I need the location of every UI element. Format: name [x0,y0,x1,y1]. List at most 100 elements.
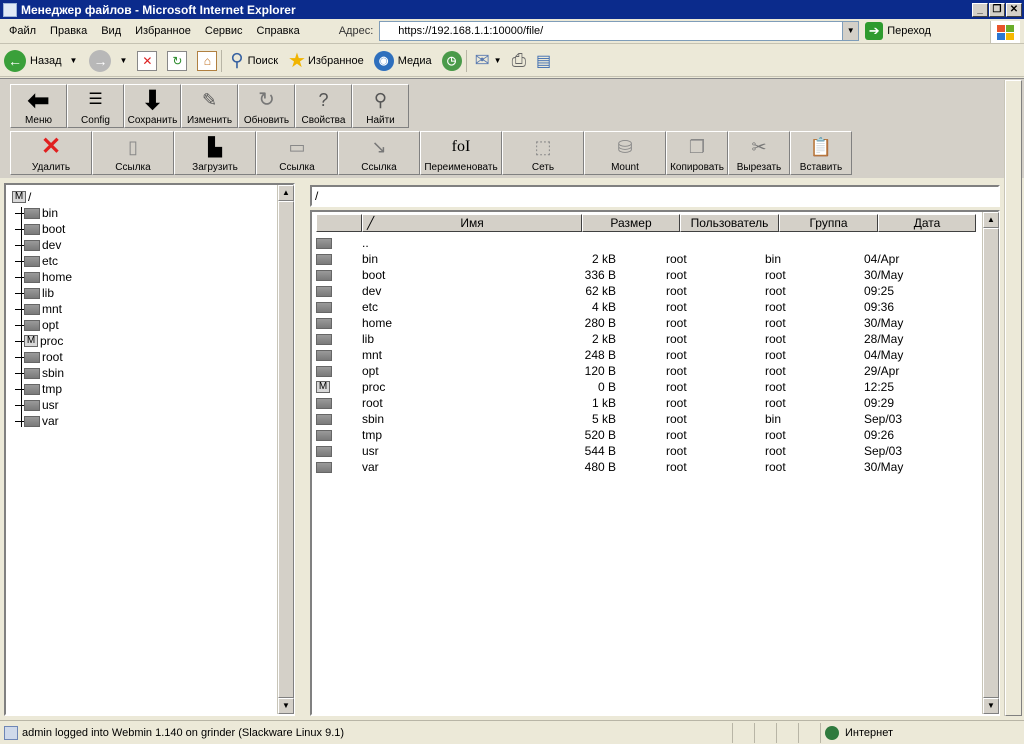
tree-item[interactable]: Mproc [12,333,72,349]
tree-item-label[interactable]: root [42,350,63,364]
restore-button[interactable]: ❐ [989,2,1005,17]
header-name[interactable]: ╱ Имя [362,214,582,232]
tree-item[interactable]: dev [12,237,72,253]
minimize-button[interactable]: _ [972,2,988,17]
file-row[interactable]: sbin 5 kB root bin Sep/03 [316,411,962,427]
edit-button[interactable]: ✎ Изменить [181,84,238,128]
file-row[interactable]: lib 2 kB root root 28/May [316,331,962,347]
file-scroll-thumb[interactable] [983,228,999,698]
file-name[interactable]: lib [362,331,582,347]
header-icon-column[interactable] [316,214,362,232]
tree-item[interactable]: bin [12,205,72,221]
file-name[interactable]: boot [362,267,582,283]
file-row[interactable]: tmp 520 B root root 09:26 [316,427,962,443]
tree-item[interactable]: home [12,269,72,285]
forward-button[interactable]: → ▼ [89,49,127,72]
tree-item[interactable]: lib [12,285,72,301]
file-name[interactable]: proc [362,379,582,395]
scroll-up-icon[interactable]: ▲ [278,185,294,201]
mount-button[interactable]: ⛁ Mount [584,131,666,175]
properties-button[interactable]: ? Свойства [295,84,352,128]
file-name[interactable]: .. [362,235,582,251]
file-row-parent[interactable]: .. [316,235,582,251]
file-row[interactable]: etc 4 kB root root 09:36 [316,299,962,315]
scroll-up-icon[interactable]: ▲ [983,212,999,228]
file-row[interactable]: usr 544 B root root Sep/03 [316,443,962,459]
new-folder-button[interactable]: ▭ Ссылка [256,131,338,175]
tree-item[interactable]: sbin [12,365,72,381]
file-name[interactable]: home [362,315,582,331]
network-button[interactable]: ⬚ Сеть [502,131,584,175]
file-row[interactable]: Mproc 0 B root root 12:25 [316,379,962,395]
tree-item-label[interactable]: opt [42,318,59,332]
address-url[interactable]: https://192.168.1.1:10000/file/ [380,25,543,37]
back-button[interactable]: ← Назад ▼ [4,49,77,72]
file-name[interactable]: mnt [362,347,582,363]
media-button[interactable]: ◉ Медиа [373,50,432,71]
tree-item[interactable]: root [12,349,72,365]
file-name[interactable]: var [362,459,582,475]
menu-view[interactable]: Вид [94,25,128,37]
tree-item[interactable]: etc [12,253,72,269]
menu-help[interactable]: Справка [250,25,307,37]
tree-scrollbar[interactable]: ▲ ▼ [277,185,294,714]
go-button[interactable]: ➔ Переход [865,22,931,40]
tree-root-label[interactable]: / [28,190,31,204]
upload-button[interactable]: ▙ Загрузить [174,131,256,175]
forward-dropdown-icon[interactable]: ▼ [119,56,127,65]
file-name[interactable]: sbin [362,411,582,427]
home-button[interactable]: ⌂ [197,50,218,71]
file-name[interactable]: bin [362,251,582,267]
cut-button[interactable]: ✂ Вырезать [728,131,790,175]
tree-item-label[interactable]: mnt [42,302,62,316]
link-button[interactable]: ↘ Ссылка [338,131,420,175]
save-button[interactable]: ⬇ Сохранить [124,84,181,128]
menu-tools[interactable]: Сервис [198,25,250,37]
tree-item-label[interactable]: usr [42,398,59,412]
file-name[interactable]: usr [362,443,582,459]
scroll-down-icon[interactable]: ▼ [278,698,294,714]
file-row[interactable]: bin 2 kB root bin 04/Apr [316,251,962,267]
print-button[interactable]: ⎙ [512,50,526,71]
file-row[interactable]: opt 120 B root root 29/Apr [316,363,962,379]
refresh-webmin-button[interactable]: ↻ Обновить [238,84,295,128]
tree-item[interactable]: boot [12,221,72,237]
file-row[interactable]: var 480 B root root 30/May [316,459,962,475]
menu-edit[interactable]: Правка [43,25,94,37]
tree-item-label[interactable]: proc [40,334,63,348]
page-scroll-thumb[interactable] [1005,80,1022,716]
header-user[interactable]: Пользователь [680,214,779,232]
page-scrollbar[interactable] [1004,80,1022,716]
file-list-scrollbar[interactable]: ▲ ▼ [982,212,999,714]
address-dropdown-icon[interactable]: ▼ [842,22,859,40]
stop-button[interactable]: ✕ [137,50,158,71]
scroll-down-icon[interactable]: ▼ [983,698,999,714]
file-row[interactable]: mnt 248 B root root 04/May [316,347,962,363]
mail-button[interactable]: ✉ ▼ [475,50,502,71]
find-button[interactable]: ⚲ Найти [352,84,409,128]
file-row[interactable]: root 1 kB root root 09:29 [316,395,962,411]
tree-item-label[interactable]: sbin [42,366,64,380]
tree-item[interactable]: var [12,413,72,429]
tree-item[interactable]: usr [12,397,72,413]
tree-item[interactable]: opt [12,317,72,333]
delete-button[interactable]: ✕ Удалить [10,131,92,175]
file-row[interactable]: boot 336 B root root 30/May [316,267,962,283]
file-name[interactable]: dev [362,283,582,299]
tree-root[interactable]: M / [12,189,72,205]
tree-item-label[interactable]: boot [42,222,65,236]
file-name[interactable]: tmp [362,427,582,443]
current-path-field[interactable]: / [310,185,1000,207]
file-name[interactable]: root [362,395,582,411]
file-name[interactable]: etc [362,299,582,315]
tree-item-label[interactable]: dev [42,238,61,252]
tree-item-label[interactable]: home [42,270,72,284]
address-field[interactable]: https://192.168.1.1:10000/file/ ▼ [379,21,860,41]
tree-item-label[interactable]: var [42,414,59,428]
menu-favorites[interactable]: Избранное [128,25,198,37]
tree-item-label[interactable]: etc [42,254,58,268]
search-button[interactable]: ⚲ Поиск [230,50,278,71]
new-file-button[interactable]: ▯ Ссылка [92,131,174,175]
edit-page-button[interactable]: ▤ [536,51,551,71]
close-button[interactable]: ✕ [1006,2,1022,17]
